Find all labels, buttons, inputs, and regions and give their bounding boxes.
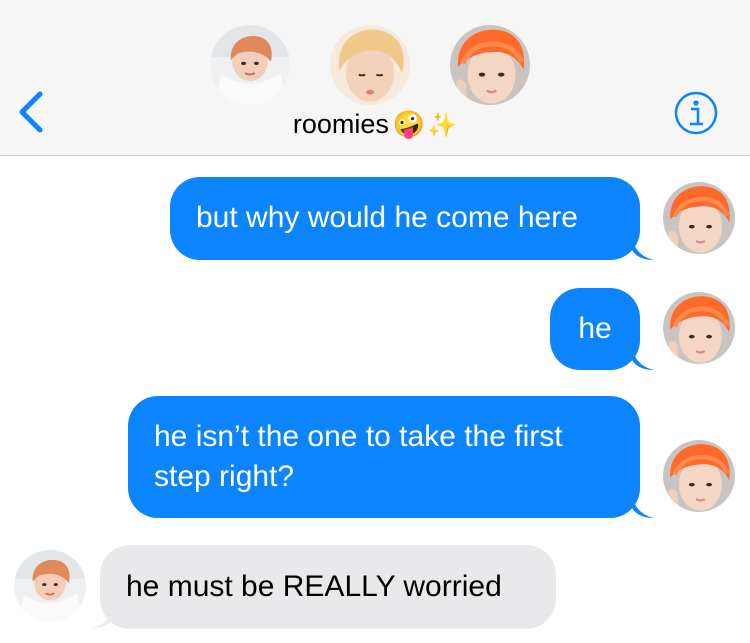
info-button[interactable] — [672, 89, 720, 137]
conversation-header: roomies 🤪✨ — [0, 0, 750, 156]
group-avatar-3[interactable] — [450, 25, 530, 105]
sent-message-bubble[interactable]: but why would he come here — [170, 177, 640, 260]
sent-message-bubble[interactable]: he — [550, 288, 640, 370]
bubble-tail — [632, 496, 654, 518]
message-text: but why would he come here — [196, 201, 578, 234]
sender-avatar[interactable] — [663, 292, 735, 364]
sender-avatar[interactable] — [663, 440, 735, 512]
sent-message-bubble[interactable]: he isn’t the one to take the first step … — [128, 396, 640, 518]
sparkles-emoji: ✨ — [427, 111, 458, 139]
group-avatar-1[interactable] — [210, 25, 290, 105]
message-text: he isn’t the one to take the first step … — [154, 420, 563, 493]
bubble-tail — [632, 348, 654, 370]
sender-avatar[interactable] — [663, 182, 735, 254]
conversation-title-text: roomies — [292, 109, 389, 139]
zany-face-emoji: 🤪 — [392, 110, 426, 140]
received-message-bubble[interactable]: he must be REALLY worried — [100, 545, 556, 629]
group-avatar-2[interactable] — [330, 25, 410, 105]
info-icon — [674, 91, 718, 135]
message-text: he — [578, 312, 612, 345]
sender-avatar[interactable] — [14, 550, 86, 622]
bubble-tail — [632, 238, 654, 260]
conversation-title[interactable]: roomies 🤪✨ — [0, 107, 750, 142]
message-text: he must be REALLY worried — [126, 570, 502, 603]
